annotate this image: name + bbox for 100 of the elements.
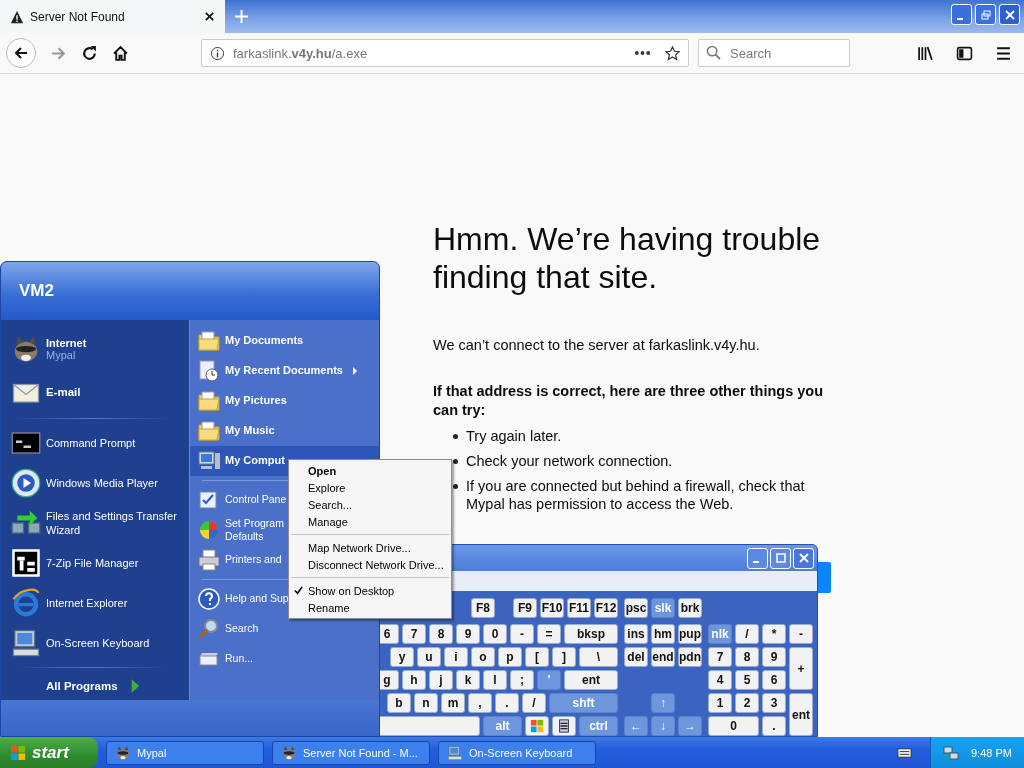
key[interactable]: m (441, 693, 465, 713)
library-icon[interactable] (917, 44, 934, 62)
key[interactable]: brk (678, 598, 702, 618)
key[interactable]: . (762, 716, 786, 736)
key[interactable]: ins (624, 624, 648, 644)
key[interactable]: del (624, 647, 648, 667)
key[interactable]: F11 (567, 598, 591, 618)
menu-item[interactable]: Internet Explorer (1, 582, 189, 623)
key[interactable]: psc (624, 598, 648, 618)
more-icon[interactable] (634, 50, 651, 56)
key[interactable]: = (537, 624, 561, 644)
menu-item[interactable]: My Recent Documents (190, 355, 379, 386)
key[interactable]: p (498, 647, 522, 667)
star-icon[interactable] (665, 45, 680, 61)
restore-button[interactable] (975, 4, 996, 25)
key[interactable]: l (483, 670, 507, 690)
taskbar-button[interactable]: Mypal (106, 740, 264, 765)
menu-item[interactable]: Files and Settings Transfer Wizard (1, 502, 189, 543)
key[interactable]: 4 (708, 670, 732, 690)
start-button[interactable]: start (0, 737, 98, 768)
key[interactable]: - (789, 624, 813, 644)
key[interactable]: pdn (678, 647, 702, 667)
key[interactable]: 9 (762, 647, 786, 667)
minimize-button[interactable] (747, 547, 768, 569)
search-field[interactable]: Search (698, 39, 850, 67)
key[interactable]: o (471, 647, 495, 667)
key[interactable]: F10 (540, 598, 564, 618)
key[interactable]: * (762, 624, 786, 644)
key[interactable]: k (456, 670, 480, 690)
key[interactable]: . (495, 693, 519, 713)
key[interactable]: ; (510, 670, 534, 690)
taskbar-button[interactable]: On-Screen Keyboard (438, 740, 596, 765)
key[interactable]: 7 (708, 647, 732, 667)
key[interactable]: 5 (735, 670, 759, 690)
menu-item[interactable]: Internet Mypal (1, 327, 189, 371)
key[interactable]: end (651, 647, 675, 667)
key[interactable]: bksp (564, 624, 618, 644)
key[interactable]: ent (564, 670, 618, 690)
menu-item[interactable]: Search... (289, 496, 451, 513)
key[interactable]: / (522, 693, 546, 713)
taskbar-button[interactable]: Server Not Found - M... (272, 740, 430, 765)
key[interactable]: 0 (483, 624, 507, 644)
key[interactable]: hm (651, 624, 675, 644)
key[interactable]: 8 (735, 647, 759, 667)
key[interactable]: - (510, 624, 534, 644)
back-button[interactable] (6, 38, 36, 68)
key[interactable]: ] (552, 647, 576, 667)
menu-item[interactable]: Rename (289, 599, 451, 616)
home-icon[interactable] (112, 44, 129, 62)
close-icon[interactable] (204, 11, 215, 22)
key[interactable]: \ (579, 647, 618, 667)
key[interactable]: b (387, 693, 411, 713)
all-programs-item[interactable]: All Programs (1, 671, 189, 700)
minimize-button[interactable] (951, 4, 972, 25)
menu-item[interactable]: E-mail (1, 370, 189, 414)
menu-item[interactable]: 7-Zip File Manager (1, 542, 189, 583)
menu-item[interactable]: Manage (289, 513, 451, 530)
key[interactable]: + (789, 647, 813, 690)
key[interactable]: / (735, 624, 759, 644)
address-field[interactable]: farkaslink.v4y.hu/a.exe (201, 39, 689, 67)
menu-item[interactable]: Map Network Drive... (289, 539, 451, 556)
keyboard-icon[interactable] (897, 745, 912, 760)
menu-icon[interactable] (995, 44, 1012, 62)
menu-item[interactable]: Explore (289, 479, 451, 496)
key[interactable]: y (390, 647, 414, 667)
key[interactable]: i (444, 647, 468, 667)
key[interactable]: F8 (471, 598, 495, 618)
key[interactable]: , (468, 693, 492, 713)
key[interactable]: 6 (762, 670, 786, 690)
network-icon[interactable] (943, 744, 959, 761)
key[interactable]: 8 (429, 624, 453, 644)
key[interactable]: [ (525, 647, 549, 667)
menu-item[interactable]: On-Screen Keyboard (1, 622, 189, 663)
sidebar-icon[interactable] (956, 44, 973, 62)
key[interactable]: 1 (708, 693, 732, 713)
key[interactable]: u (417, 647, 441, 667)
menu-item[interactable]: Disconnect Network Drive... (289, 556, 451, 573)
key[interactable]: 0 (708, 716, 759, 736)
key[interactable]: 9 (456, 624, 480, 644)
menu-item[interactable]: My Music (190, 415, 379, 446)
key[interactable]: h (402, 670, 426, 690)
menu-item[interactable]: My Documents (190, 325, 379, 356)
key[interactable]: n (414, 693, 438, 713)
key[interactable]: pup (678, 624, 702, 644)
plus-icon[interactable] (234, 9, 249, 24)
menu-item[interactable]: My Pictures (190, 385, 379, 416)
key[interactable]: j (429, 670, 453, 690)
menu-item[interactable]: Windows Media Player (1, 462, 189, 503)
key[interactable]: 7 (402, 624, 426, 644)
key[interactable]: 3 (762, 693, 786, 713)
close-button[interactable] (999, 4, 1020, 25)
key[interactable]: F9 (513, 598, 537, 618)
reload-icon[interactable] (81, 44, 98, 62)
menu-item[interactable]: Show on Desktop (289, 582, 451, 599)
key[interactable]: F12 (594, 598, 618, 618)
key[interactable] (552, 716, 576, 736)
close-button[interactable] (793, 547, 814, 569)
key[interactable]: 2 (735, 693, 759, 713)
info-icon[interactable] (210, 45, 225, 61)
menu-item[interactable]: Command Prompt (1, 422, 189, 463)
